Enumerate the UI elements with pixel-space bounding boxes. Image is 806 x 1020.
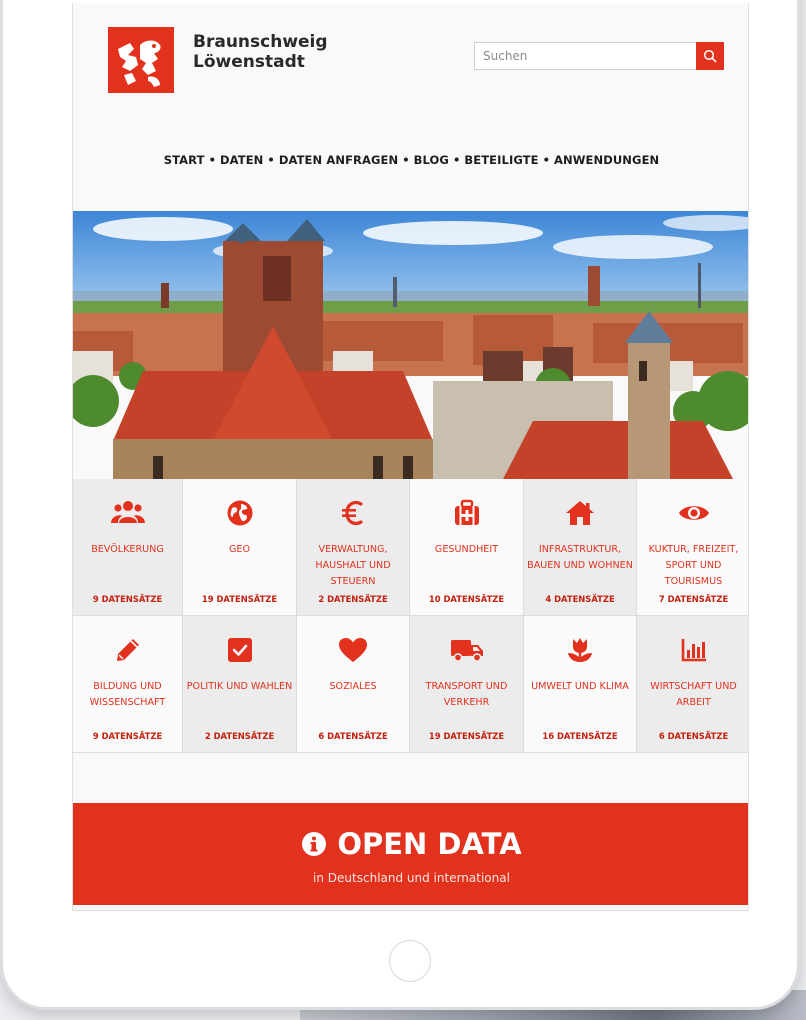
flower-icon	[568, 638, 592, 662]
search-box	[474, 42, 724, 70]
category-label: TRANSPORT UND VERKEHR	[425, 681, 508, 708]
category-count: 4 DATENSÄTZE	[545, 594, 615, 604]
bar-chart-icon	[681, 639, 706, 662]
checkbox-icon	[227, 638, 252, 662]
banner-title-text: OPEN DATA	[337, 827, 522, 861]
category-label: UMWELT UND KLIMA	[531, 681, 629, 692]
category-label: GESUNDHEIT	[434, 544, 499, 555]
nav-item-daten-anfragen[interactable]: DATEN ANFRAGEN	[279, 153, 398, 167]
category-grid: BEVÖLKERUNG 9 DATENSÄTZE GEO 19 DATENSÄT…	[73, 479, 748, 753]
globe-icon	[227, 500, 252, 526]
category-label: GEO	[228, 544, 251, 555]
category-tile-verwaltung[interactable]: VERWALTUNG, HAUSHALT UND STEUERN 2 DATEN…	[297, 479, 410, 616]
hero-city-image	[73, 211, 748, 479]
category-tile-soziales[interactable]: SOZIALES 6 DATENSÄTZE	[297, 616, 410, 753]
users-icon	[110, 501, 145, 523]
nav-separator: •	[542, 153, 551, 167]
category-tile-bevoelkerung[interactable]: BEVÖLKERUNG 9 DATENSÄTZE	[73, 479, 183, 616]
open-data-banner[interactable]: OPEN DATA in Deutschland und internation…	[73, 803, 748, 905]
category-count: 9 DATENSÄTZE	[92, 731, 163, 741]
category-tile-wirtschaft[interactable]: WIRTSCHAFT UND ARBEIT 6 DATENSÄTZE	[637, 616, 748, 753]
main-navigation: START • DATEN • DATEN ANFRAGEN • BLOG • BETEILIG…	[73, 153, 748, 167]
category-count: 7 DATENSÄTZE	[658, 594, 729, 604]
category-label: INFRASTRUKTUR, BAUEN UND WOHNEN	[527, 544, 633, 571]
tablet-frame: Braunschweig Löwenstadt START•DATEN•DATE…	[0, 0, 800, 1010]
category-tile-kultur[interactable]: KUKTUR, FREIZEIT, SPORT UND TOURISMUS 7 …	[637, 479, 748, 616]
category-tile-infrastruktur[interactable]: INFRASTRUKTUR, BAUEN UND WOHNEN 4 DATENS…	[524, 479, 637, 616]
lion-logo-icon	[118, 40, 161, 87]
category-tile-politik[interactable]: POLITIK UND WAHLEN 2 DATENSÄTZE	[183, 616, 297, 753]
category-count: 6 DATENSÄTZE	[658, 731, 729, 741]
category-count: 9 DATENSÄTZE	[92, 594, 163, 604]
category-tile-umwelt[interactable]: UMWELT UND KLIMA 16 DATENSÄTZE	[524, 616, 637, 753]
nav-separator: •	[208, 153, 217, 167]
search-input[interactable]	[475, 43, 697, 69]
category-label: POLITIK UND WAHLEN	[186, 681, 293, 692]
category-label: KUKTUR, FREIZEIT, SPORT UND TOURISMUS	[648, 544, 739, 587]
city-panorama-image	[73, 211, 748, 479]
nav-separator: •	[267, 153, 275, 167]
nav-item-blog[interactable]: BLOG	[414, 153, 449, 167]
category-tile-bildung[interactable]: BILDUNG UND WISSENSCHAFT 9 DATENSÄTZE	[73, 616, 183, 753]
nav-separator: •	[452, 153, 461, 167]
category-tile-geo[interactable]: GEO 19 DATENSÄTZE	[183, 479, 297, 616]
category-count: 19 DATENSÄTZE	[428, 731, 505, 741]
truck-icon	[450, 640, 483, 662]
info-icon	[302, 832, 327, 856]
tablet-screen: Braunschweig Löwenstadt START•DATEN•DATE…	[72, 3, 749, 911]
category-count: 16 DATENSÄTZE	[542, 731, 618, 741]
banner-title: OPEN DATA	[73, 827, 748, 861]
nav-item-beteiligte[interactable]: BETEILIGTE	[464, 153, 538, 167]
brand-name: Braunschweig Löwenstadt	[193, 32, 328, 72]
nav-separator: •	[402, 153, 410, 167]
euro-icon	[342, 500, 363, 526]
city-logo[interactable]	[108, 27, 174, 93]
medkit-icon	[454, 499, 479, 525]
category-label: WIRTSCHAFT UND ARBEIT	[650, 681, 737, 708]
category-label: BILDUNG UND WISSENSCHAFT	[89, 681, 166, 708]
category-label: BEVÖLKERUNG	[91, 544, 164, 555]
search-icon	[703, 49, 717, 63]
category-count: 2 DATENSÄTZE	[204, 731, 275, 741]
category-count: 19 DATENSÄTZE	[201, 594, 278, 604]
home-icon	[566, 501, 594, 525]
eye-icon	[678, 506, 709, 520]
category-tile-gesundheit[interactable]: GESUNDHEIT 10 DATENSÄTZE	[410, 479, 524, 616]
search-button[interactable]	[696, 42, 724, 70]
pencil-icon	[116, 639, 139, 661]
brand-line-2: Löwenstadt	[193, 52, 305, 72]
heart-icon	[339, 638, 367, 662]
category-count: 10 DATENSÄTZE	[428, 594, 505, 604]
banner-subtitle: in Deutschland und international	[313, 871, 510, 885]
category-tile-transport[interactable]: TRANSPORT UND VERKEHR 19 DATENSÄTZE	[410, 616, 524, 753]
category-count: 6 DATENSÄTZE	[318, 731, 388, 741]
nav-item-anwendungen[interactable]: ANWENDUNGEN	[554, 153, 659, 167]
tablet-home-button[interactable]	[389, 940, 431, 982]
brand-line-1: Braunschweig	[193, 32, 328, 52]
nav-item-daten[interactable]: DATEN	[220, 153, 263, 167]
category-label: SOZIALES	[329, 681, 377, 692]
category-count: 2 DATENSÄTZE	[318, 594, 388, 604]
category-label: VERWALTUNG, HAUSHALT UND STEUERN	[315, 544, 391, 587]
nav-item-start[interactable]: START	[164, 153, 205, 167]
